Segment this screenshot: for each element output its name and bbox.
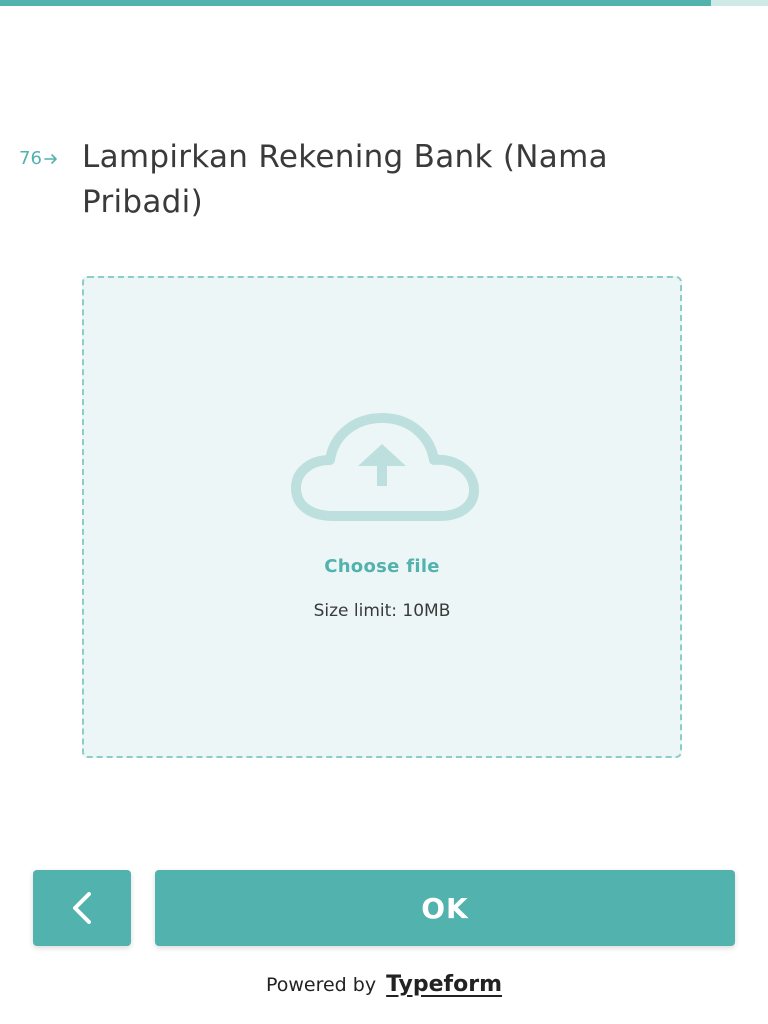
question-title: Lampirkan Rekening Bank (Nama Pribadi) <box>82 139 608 220</box>
typeform-link[interactable]: Typeform <box>386 972 502 997</box>
question-number: 76 <box>19 148 58 169</box>
ok-button[interactable]: OK <box>155 870 735 946</box>
progress-bar <box>0 0 768 6</box>
size-limit-text: Size limit: 10MB <box>313 601 451 621</box>
typeform-page: 76 Lampirkan Rekening Bank (Nama Pribadi… <box>0 0 768 1024</box>
powered-by-text: Powered by <box>265 974 377 996</box>
progress-bar-fill <box>0 0 712 6</box>
back-button[interactable] <box>33 870 131 946</box>
file-dropzone[interactable]: Choose file Size limit: 10MB <box>82 276 682 758</box>
chevron-left-icon <box>73 892 91 924</box>
question-number-label: 76 <box>19 148 42 169</box>
powered-by-footer: Powered by Typeform <box>0 972 768 997</box>
choose-file-link[interactable]: Choose file <box>84 556 680 577</box>
arrow-right-icon <box>44 153 57 164</box>
cloud-upload-icon <box>291 413 479 521</box>
